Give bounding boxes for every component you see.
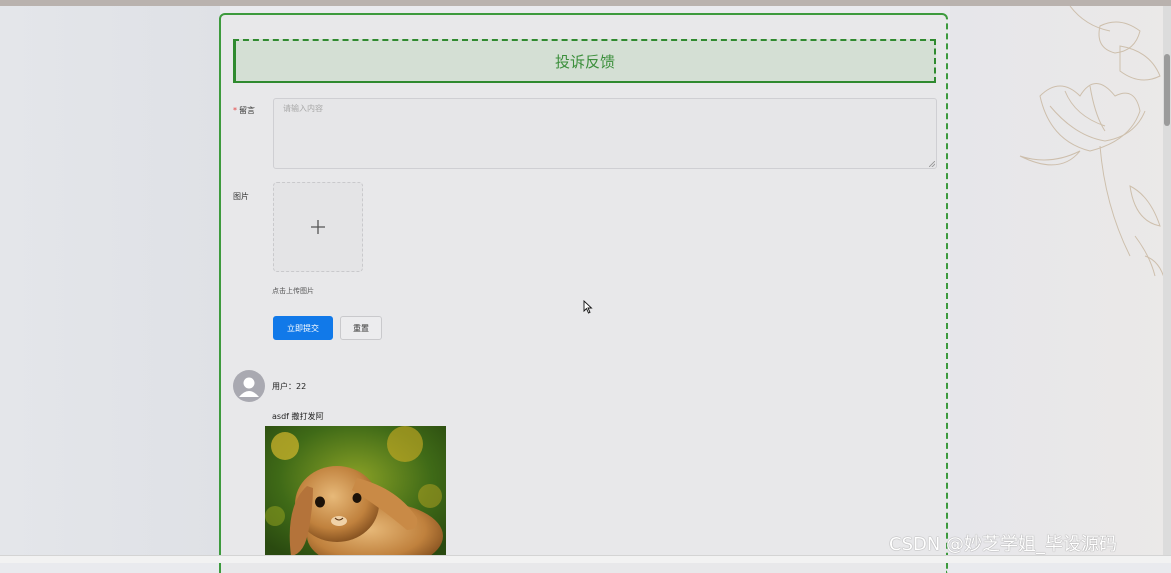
page-title: 投诉反馈 [233, 39, 936, 83]
lotus-decoration [1019, 6, 1166, 282]
required-mark: * [233, 106, 237, 115]
complaint-form-panel: 投诉反馈 * 留言 请输入内容 图片 点击上传图片 立即提交 重置 用户：22 a… [219, 13, 948, 573]
comment-user: 用户：22 [272, 382, 307, 391]
image-label: 图片 [233, 192, 249, 201]
message-textarea[interactable]: 请输入内容 [273, 98, 937, 169]
resize-handle-icon[interactable] [929, 161, 935, 167]
rabbit-photo [265, 426, 446, 557]
user-avatar-icon [233, 370, 265, 402]
watermark: CSDN @妙芝学姐_毕设源码 [889, 534, 1118, 555]
submit-button[interactable]: 立即提交 [273, 316, 333, 340]
mouse-cursor-icon [583, 300, 593, 314]
vertical-scrollbar[interactable] [1163, 6, 1171, 556]
scrollbar-thumb[interactable] [1164, 54, 1170, 126]
message-label: * 留言 [233, 105, 255, 116]
image-upload-box[interactable] [273, 182, 363, 272]
message-placeholder: 请输入内容 [283, 104, 323, 113]
left-background [0, 6, 220, 562]
reset-button[interactable]: 重置 [340, 316, 382, 340]
message-label-text: 留言 [239, 106, 255, 115]
plus-icon [311, 220, 325, 234]
comment-content: asdf 撒打发阿 [272, 412, 324, 421]
upload-hint: 点击上传图片 [272, 287, 314, 295]
right-background [950, 6, 1171, 562]
